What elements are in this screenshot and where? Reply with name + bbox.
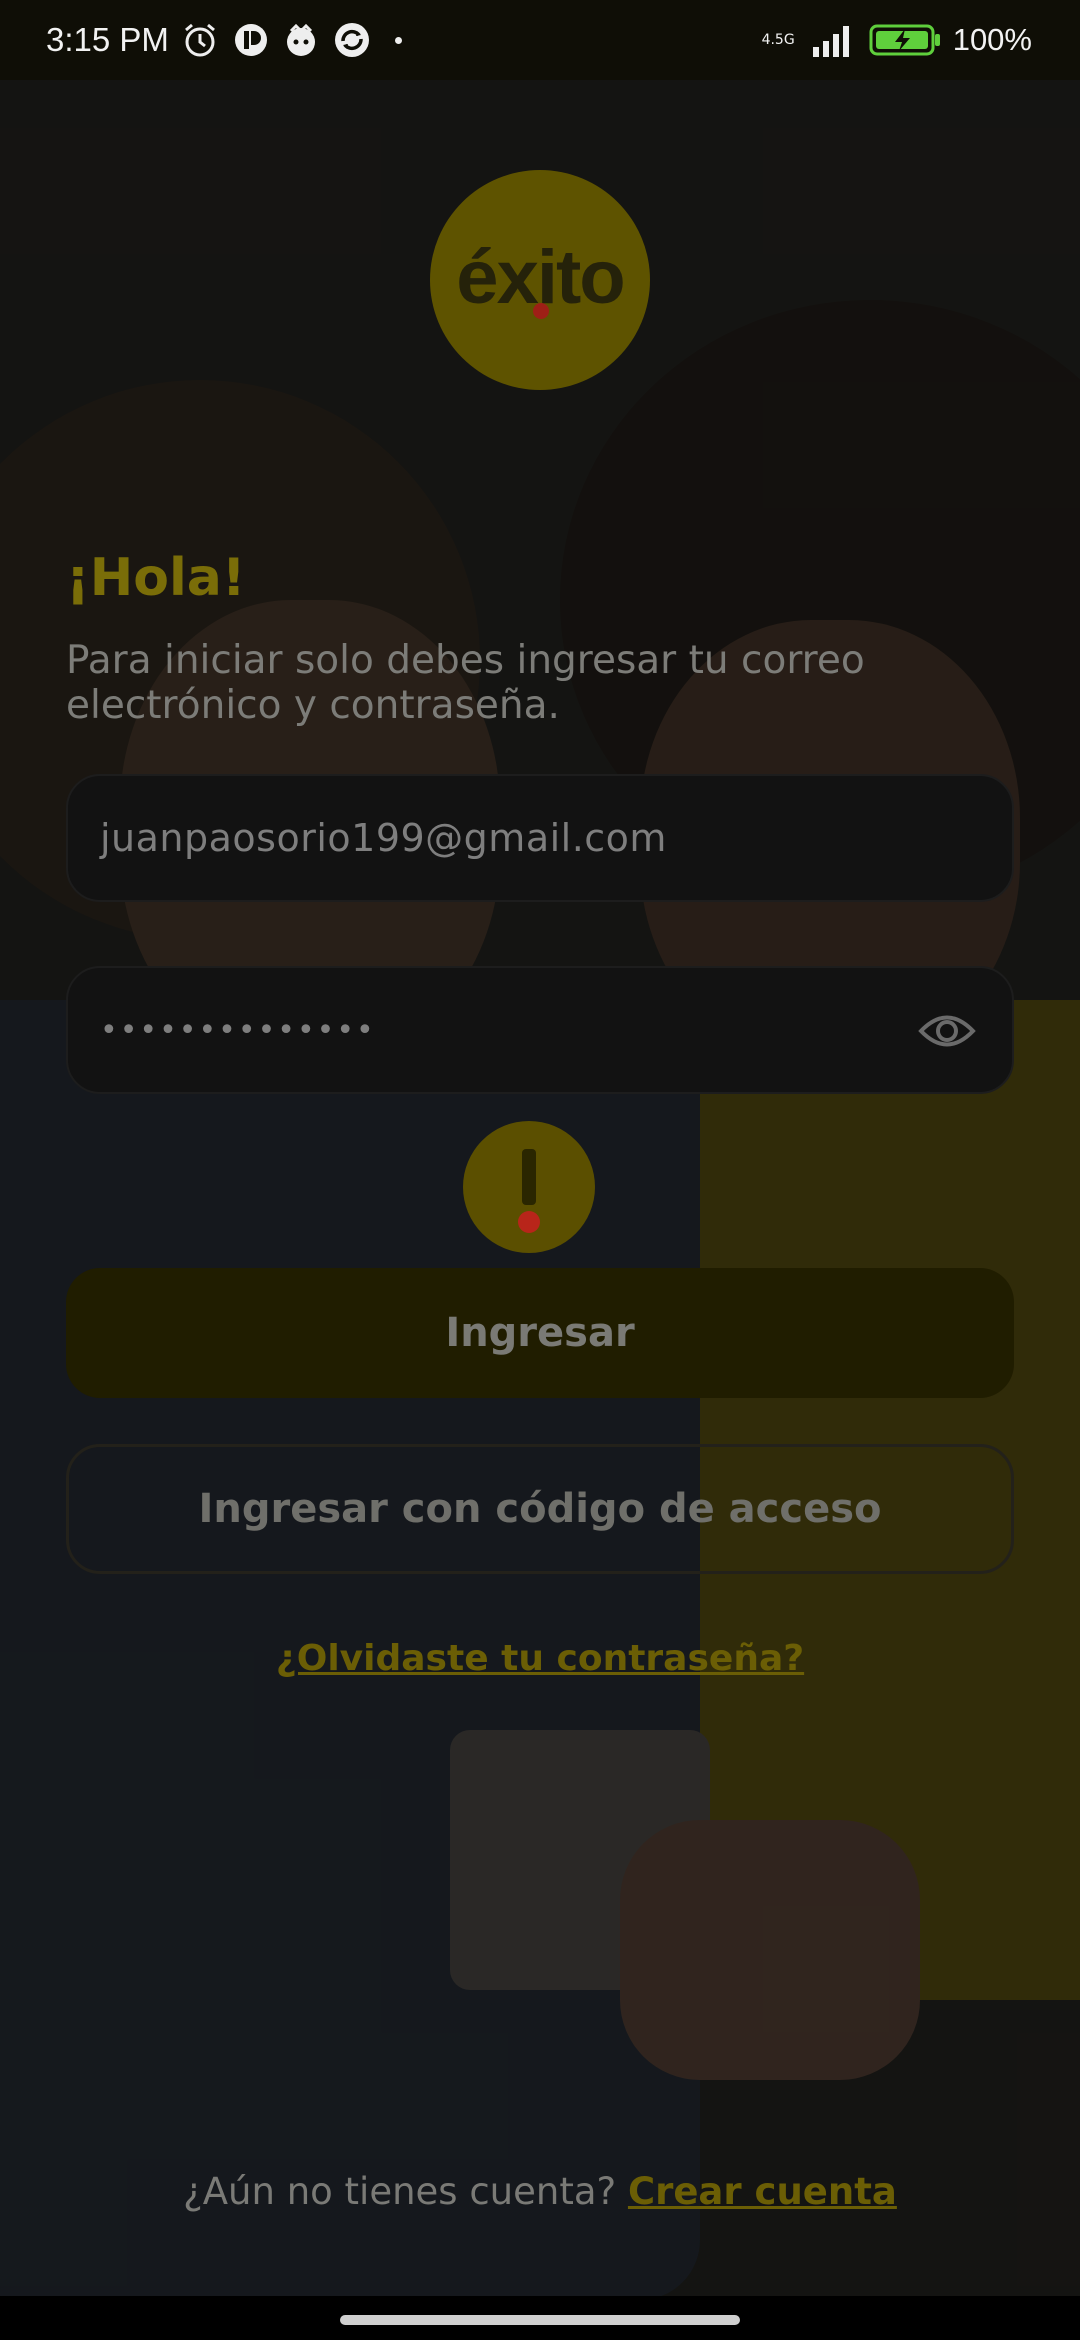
network-type: 4.5G — [761, 32, 795, 48]
exito-logo: éxito — [430, 170, 650, 390]
home-indicator[interactable] — [340, 2315, 740, 2325]
status-time: 3:15 PM — [46, 21, 169, 58]
email-field[interactable]: juanpaosorio199@gmail.com — [66, 774, 1014, 902]
signup-prompt: ¿Aún no tienes cuenta? — [183, 2170, 617, 2213]
greeting-title: ¡Hola! — [66, 548, 246, 608]
password-field[interactable]: •••••••••••••• — [66, 966, 1014, 1094]
app-notification-icon — [234, 24, 267, 56]
battery-charging-icon — [869, 24, 940, 56]
status-left-icons — [181, 21, 402, 59]
logo-dot — [533, 303, 549, 319]
create-account-link[interactable]: Crear cuenta — [628, 2170, 897, 2213]
signal-icon — [812, 26, 849, 57]
dot-icon — [394, 36, 402, 44]
access-code-button[interactable]: Ingresar con código de acceso — [66, 1444, 1014, 1574]
alert-dot — [518, 1211, 540, 1233]
login-subtitle: Para iniciar solo debes ingresar tu corr… — [66, 638, 865, 728]
notification-icon — [286, 23, 315, 56]
alarm-icon — [184, 23, 215, 57]
sync-icon — [334, 23, 369, 57]
password-value: •••••••••••••• — [100, 1012, 376, 1048]
status-bar: 3:15 PM 4.5G 100% — [0, 0, 1080, 80]
login-button[interactable]: Ingresar — [66, 1268, 1014, 1398]
alert-icon — [463, 1121, 595, 1253]
alert-bar — [522, 1149, 536, 1205]
eye-icon[interactable] — [918, 1006, 976, 1056]
email-value: juanpaosorio199@gmail.com — [100, 816, 667, 860]
status-right: 4.5G 100% — [762, 0, 1032, 80]
signup-row: ¿Aún no tienes cuenta? Crear cuenta — [0, 2170, 1080, 2213]
forgot-password-link[interactable]: ¿Olvidaste tu contraseña? — [0, 1638, 1080, 1679]
battery-percent: 100% — [952, 22, 1032, 57]
